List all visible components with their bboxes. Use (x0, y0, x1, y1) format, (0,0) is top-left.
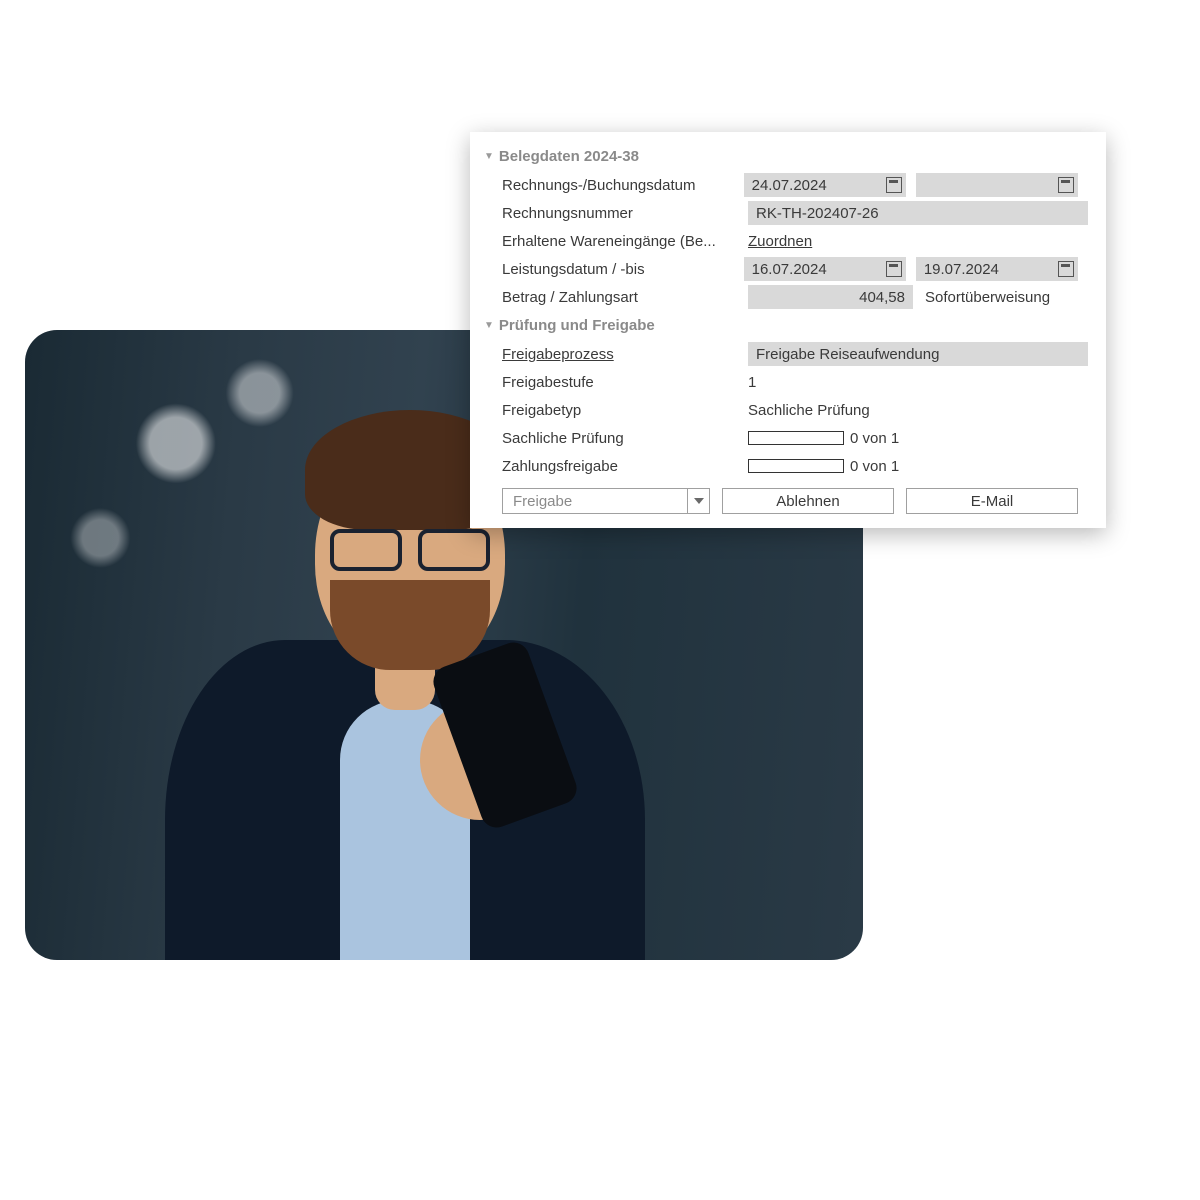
email-button[interactable]: E-Mail (906, 488, 1078, 514)
service-date-to-field[interactable]: 19.07.2024 (916, 257, 1078, 281)
calendar-icon[interactable] (1058, 177, 1074, 193)
section-freigabe-header[interactable]: ▼ Prüfung und Freigabe (484, 317, 1088, 334)
service-date-to-value: 19.07.2024 (924, 261, 999, 278)
section-title: Belegdaten 2024-38 (499, 148, 639, 165)
dropdown-label: Freigabe (503, 493, 687, 510)
email-label: E-Mail (971, 493, 1014, 510)
label-payment-release: Zahlungsfreigabe (502, 458, 748, 475)
process-value: Freigabe Reiseaufwendung (756, 346, 939, 363)
service-date-from-value: 16.07.2024 (752, 261, 827, 278)
type-value: Sachliche Prüfung (748, 402, 870, 419)
payment-progress-bar (748, 459, 844, 473)
invoice-number-value: RK-TH-202407-26 (756, 205, 879, 222)
collapse-icon: ▼ (484, 151, 494, 162)
label-invoice-number: Rechnungsnummer (502, 205, 748, 222)
assign-link[interactable]: Zuordnen (748, 233, 812, 250)
check-progress-text: 0 von 1 (850, 430, 899, 447)
service-date-from-field[interactable]: 16.07.2024 (744, 257, 906, 281)
payment-progress-text: 0 von 1 (850, 458, 899, 475)
label-type: Freigabetyp (502, 402, 748, 419)
label-service-date: Leistungsdatum / -bis (502, 261, 744, 278)
label-goods-receipt: Erhaltene Wareneingänge (Be... (502, 233, 748, 250)
calendar-icon[interactable] (886, 177, 902, 193)
label-level: Freigabestufe (502, 374, 748, 391)
calendar-icon[interactable] (886, 261, 902, 277)
reject-button[interactable]: Ablehnen (722, 488, 894, 514)
collapse-icon: ▼ (484, 320, 494, 331)
invoice-date-value: 24.07.2024 (752, 177, 827, 194)
process-field[interactable]: Freigabe Reiseaufwendung (748, 342, 1088, 366)
form-panel: ▼ Belegdaten 2024-38 Rechnungs-/Buchungs… (470, 132, 1106, 528)
invoice-date-field[interactable]: 24.07.2024 (744, 173, 906, 197)
label-invoice-date: Rechnungs-/Buchungsdatum (502, 177, 744, 194)
freigabe-dropdown[interactable]: Freigabe (502, 488, 710, 514)
section-belegdaten-header[interactable]: ▼ Belegdaten 2024-38 (484, 148, 1088, 165)
booking-date-field[interactable] (916, 173, 1078, 197)
payment-method-value: Sofortüberweisung (925, 289, 1050, 306)
section-title: Prüfung und Freigabe (499, 317, 655, 334)
calendar-icon[interactable] (1058, 261, 1074, 277)
check-progress-bar (748, 431, 844, 445)
label-process[interactable]: Freigabeprozess (502, 346, 748, 363)
invoice-number-field[interactable]: RK-TH-202407-26 (748, 201, 1088, 225)
chevron-down-icon[interactable] (687, 489, 709, 513)
label-check: Sachliche Prüfung (502, 430, 748, 447)
amount-field[interactable]: 404,58 (748, 285, 913, 309)
label-amount: Betrag / Zahlungsart (502, 289, 748, 306)
level-value: 1 (748, 374, 756, 391)
reject-label: Ablehnen (776, 493, 839, 510)
amount-value: 404,58 (859, 289, 905, 306)
